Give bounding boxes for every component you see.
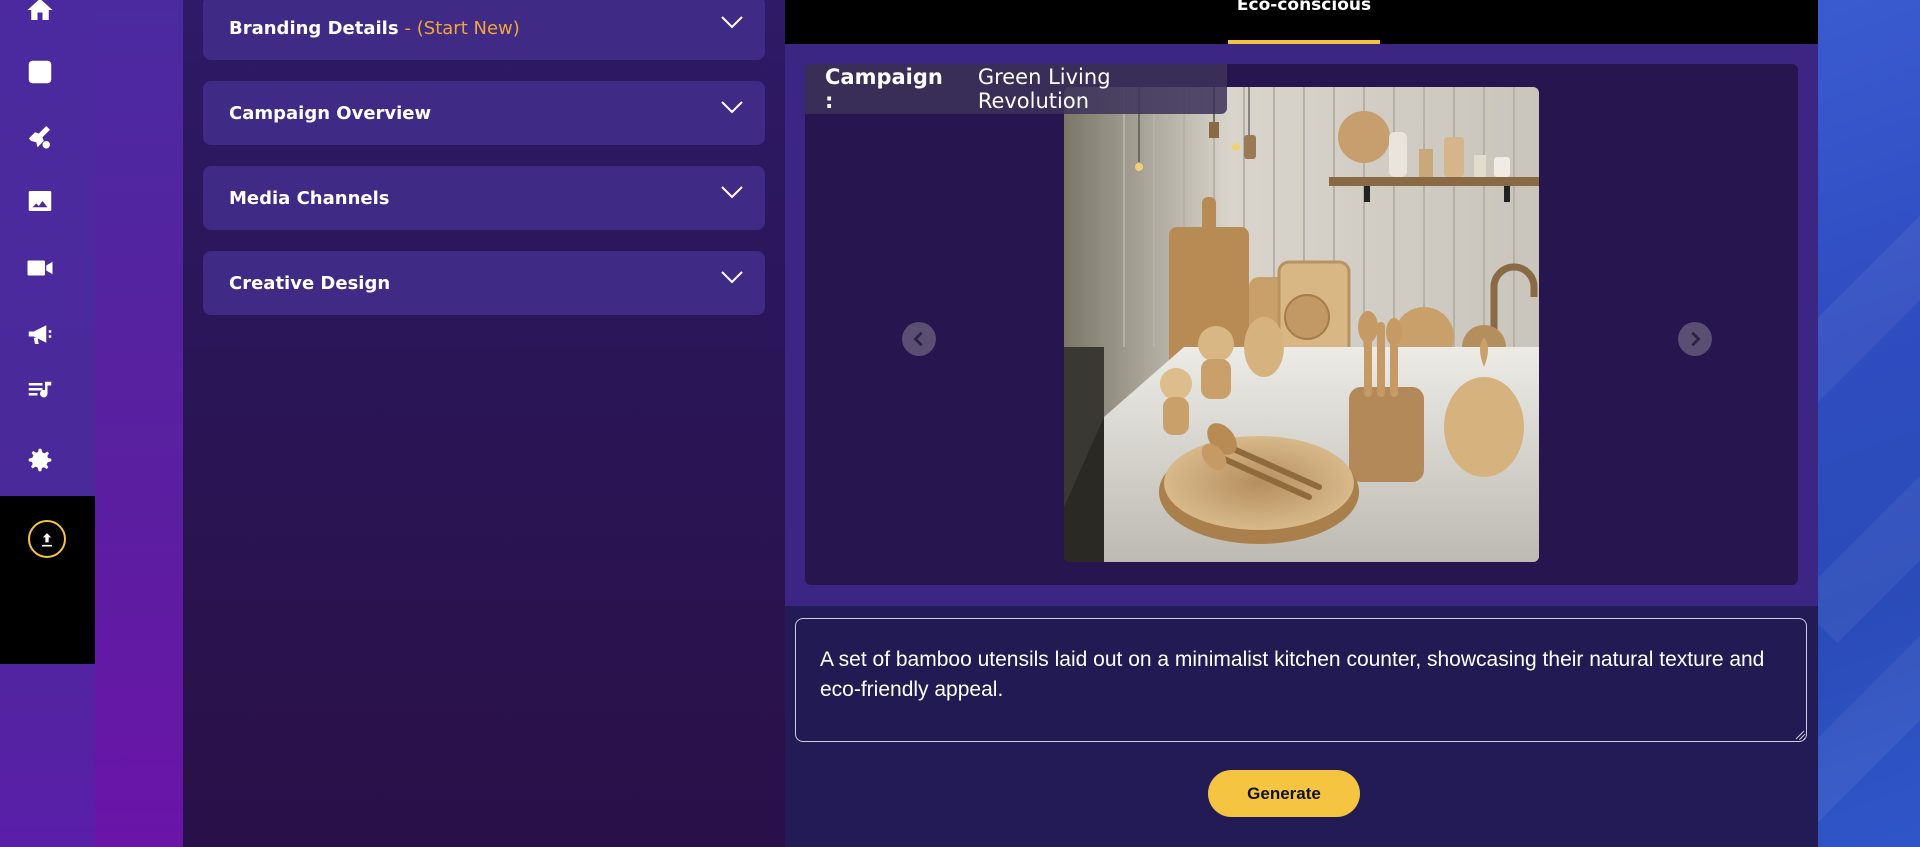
generate-button[interactable]: Generate bbox=[1208, 770, 1360, 817]
tab-label: Eco-conscious bbox=[1236, 0, 1372, 15]
rocket-gear-icon[interactable] bbox=[22, 118, 58, 154]
generated-image bbox=[1064, 87, 1539, 562]
accordion-creative-design[interactable]: Creative Design bbox=[203, 251, 765, 315]
accordion-branding-details[interactable]: Branding Details - (Start New) bbox=[203, 0, 765, 60]
video-icon[interactable] bbox=[22, 250, 58, 286]
megaphone-icon[interactable] bbox=[22, 316, 58, 352]
campaign-label: Campaign : Green Living Revolution bbox=[805, 64, 1227, 114]
accordion-label: Creative Design bbox=[229, 272, 391, 294]
accordion-media-channels[interactable]: Media Channels bbox=[203, 166, 765, 230]
next-arrow-icon[interactable] bbox=[1678, 322, 1712, 356]
image-icon[interactable] bbox=[22, 183, 58, 219]
accordion-label: Media Channels bbox=[229, 187, 390, 209]
music-note-icon[interactable] bbox=[22, 375, 58, 411]
resize-grip-icon[interactable] bbox=[1795, 730, 1805, 740]
campaign-name: Green Living Revolution bbox=[977, 65, 1111, 113]
chevron-down-icon bbox=[721, 101, 743, 114]
previous-arrow-icon[interactable] bbox=[902, 322, 936, 356]
home-icon[interactable] bbox=[22, 0, 58, 28]
stack-icon[interactable] bbox=[22, 54, 58, 90]
upload-icon[interactable] bbox=[28, 520, 66, 558]
accordion-label: Branding Details bbox=[229, 17, 399, 39]
prompt-textarea[interactable]: A set of bamboo utensils laid out on a m… bbox=[795, 618, 1807, 742]
accordion-campaign-overview[interactable]: Campaign Overview bbox=[203, 81, 765, 145]
accordion-tag: - (Start New) bbox=[404, 17, 520, 39]
accordion-label: Campaign Overview bbox=[229, 102, 432, 124]
background-decoration bbox=[1818, 0, 1920, 847]
settings-icon[interactable] bbox=[22, 442, 58, 478]
chevron-down-icon bbox=[721, 271, 743, 284]
campaign-key: Campaign : bbox=[825, 65, 943, 113]
chevron-down-icon bbox=[721, 16, 743, 29]
tab-eco-conscious[interactable]: Eco-conscious bbox=[1228, 0, 1380, 44]
chevron-down-icon bbox=[721, 186, 743, 199]
